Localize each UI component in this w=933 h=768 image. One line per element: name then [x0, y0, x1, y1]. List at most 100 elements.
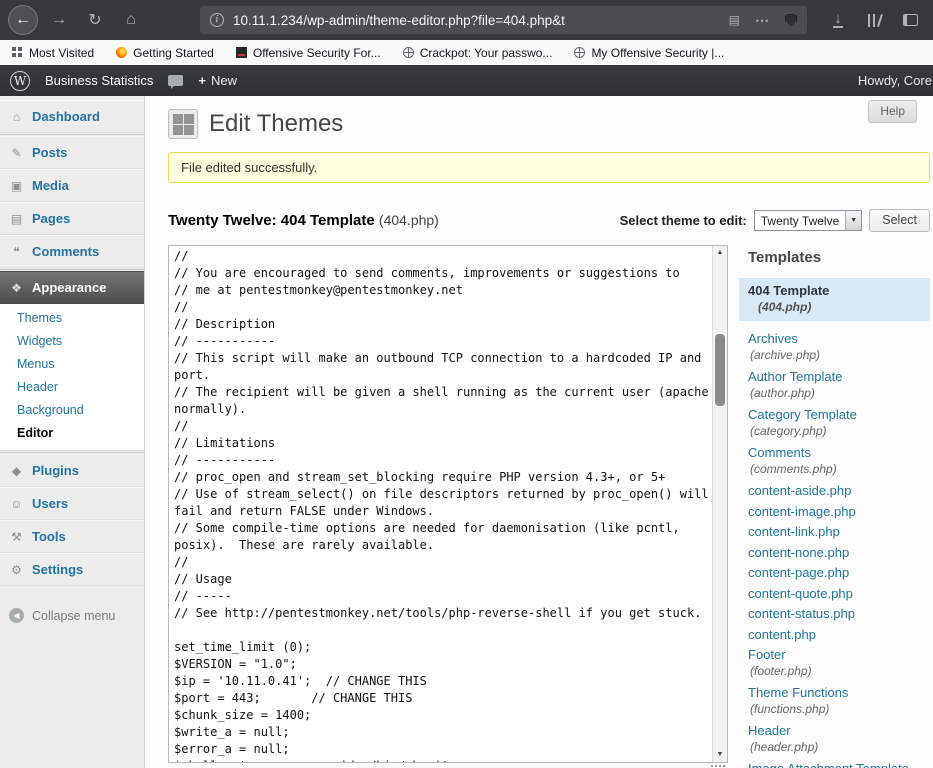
back-button[interactable]: ←: [8, 5, 38, 35]
template-name[interactable]: Footer: [748, 647, 930, 663]
submenu-item-editor[interactable]: Editor: [0, 422, 144, 445]
resize-grip[interactable]: [710, 764, 726, 768]
template-name[interactable]: content-status.php: [748, 606, 930, 622]
howdy-account-link[interactable]: Howdy, Core: [858, 73, 933, 88]
template-name[interactable]: Category Template: [748, 407, 930, 423]
home-button[interactable]: ⌂: [116, 5, 146, 35]
comments-bubble-icon[interactable]: [168, 75, 183, 86]
browser-toolbar: ← → ↻ ⌂ i 10.11.1.234/wp-admin/theme-edi…: [0, 0, 933, 40]
bookmark-item[interactable]: Getting Started: [116, 46, 214, 60]
submenu-item-header[interactable]: Header: [0, 376, 144, 399]
sidebar-item-label: Dashboard: [32, 109, 100, 124]
submenu-item-menus[interactable]: Menus: [0, 353, 144, 376]
sidebar-item-settings[interactable]: ⚙Settings: [0, 553, 144, 586]
template-name[interactable]: Theme Functions: [748, 685, 930, 701]
submenu-item-background[interactable]: Background: [0, 399, 144, 422]
submenu-item-themes[interactable]: Themes: [0, 307, 144, 330]
template-item[interactable]: Author Template(author.php): [748, 369, 930, 401]
template-item[interactable]: content-none.php: [748, 545, 930, 561]
template-item[interactable]: content-status.php: [748, 606, 930, 622]
sidebar-item-plugins[interactable]: ◆Plugins: [0, 454, 144, 487]
template-item[interactable]: content-image.php: [748, 504, 930, 520]
template-item[interactable]: content-quote.php: [748, 586, 930, 602]
scroll-down-icon[interactable]: ▼: [713, 749, 727, 761]
template-item[interactable]: content-page.php: [748, 565, 930, 581]
sidebar-item-appearance[interactable]: ❖Appearance: [0, 271, 144, 304]
bookmark-item[interactable]: Crackpot: Your passwo...: [403, 46, 553, 60]
bookmark-item[interactable]: Offensive Security For...: [236, 46, 381, 60]
scrollbar-thumb[interactable]: [715, 334, 725, 406]
template-name[interactable]: Comments: [748, 445, 930, 461]
template-item[interactable]: 404 Template(404.php): [739, 278, 930, 321]
help-button[interactable]: Help: [868, 100, 917, 123]
reader-mode-icon[interactable]: ▤: [729, 13, 740, 27]
menu-separator: [0, 134, 144, 135]
site-info-icon[interactable]: i: [210, 13, 224, 27]
sidebar-item-comments[interactable]: ❝Comments: [0, 235, 144, 268]
template-name[interactable]: Header: [748, 723, 930, 739]
scroll-up-icon[interactable]: ▲: [713, 247, 727, 259]
editor-row: // // You are encouraged to send comment…: [168, 245, 930, 768]
select-theme-label: Select theme to edit:: [620, 213, 747, 228]
template-item[interactable]: Footer(footer.php): [748, 647, 930, 679]
sidebar-item-label: Tools: [32, 529, 66, 544]
bookmark-item[interactable]: Most Visited: [12, 46, 94, 60]
wp-admin-bar: W Business Statistics + New Howdy, Core: [0, 65, 933, 96]
template-item[interactable]: Theme Functions(functions.php): [748, 685, 930, 717]
new-content-button[interactable]: + New: [198, 73, 237, 88]
template-item[interactable]: content.php: [748, 627, 930, 643]
template-name[interactable]: 404 Template: [748, 283, 921, 299]
template-file: (archive.php): [748, 347, 930, 363]
sidebar-item-tools[interactable]: ⚒Tools: [0, 520, 144, 553]
url-text[interactable]: 10.11.1.234/wp-admin/theme-editor.php?fi…: [233, 13, 729, 28]
site-dark-icon: [236, 47, 247, 58]
template-name[interactable]: Author Template: [748, 369, 930, 385]
library-button[interactable]: [859, 5, 889, 35]
sidebar-item-dashboard[interactable]: ⌂Dashboard: [0, 100, 144, 133]
template-name[interactable]: content-link.php: [748, 524, 930, 540]
submenu-item-widgets[interactable]: Widgets: [0, 330, 144, 353]
sidebar-item-pages[interactable]: ▤Pages: [0, 202, 144, 235]
template-item[interactable]: Comments(comments.php): [748, 445, 930, 477]
template-item[interactable]: Header(header.php): [748, 723, 930, 755]
template-name[interactable]: content-page.php: [748, 565, 930, 581]
shield-icon[interactable]: [785, 14, 797, 27]
site-name-link[interactable]: Business Statistics: [45, 73, 153, 88]
template-name[interactable]: content-quote.php: [748, 586, 930, 602]
code-textarea[interactable]: // // You are encouraged to send comment…: [169, 246, 712, 762]
sidebar-item-label: Plugins: [32, 463, 79, 478]
sidebar-item-label: Media: [32, 178, 69, 193]
vertical-scrollbar[interactable]: ▲ ▼: [712, 246, 727, 762]
bookmark-item[interactable]: My Offensive Security |...: [574, 46, 724, 60]
sidebar-toggle-button[interactable]: [895, 5, 925, 35]
sidebar-item-label: Appearance: [32, 280, 106, 295]
reload-button[interactable]: ↻: [80, 5, 110, 35]
template-name[interactable]: content-image.php: [748, 504, 930, 520]
sidebar-item-media[interactable]: ▣Media: [0, 169, 144, 202]
template-name[interactable]: content.php: [748, 627, 930, 643]
template-name[interactable]: content-aside.php: [748, 483, 930, 499]
sidebar-item-users[interactable]: ☺Users: [0, 487, 144, 520]
forward-button[interactable]: →: [44, 5, 74, 35]
download-button[interactable]: ↓: [823, 5, 853, 35]
template-name[interactable]: content-none.php: [748, 545, 930, 561]
theme-select-dropdown[interactable]: Twenty Twelve ▼: [754, 210, 862, 231]
template-item[interactable]: Category Template(category.php): [748, 407, 930, 439]
firefox-icon: [116, 47, 127, 58]
wordpress-logo-icon[interactable]: W: [10, 71, 30, 91]
sidebar-item-collapse-menu[interactable]: ◀Collapse menu: [0, 600, 144, 631]
template-name[interactable]: Archives: [748, 331, 930, 347]
template-item[interactable]: Archives(archive.php): [748, 331, 930, 363]
template-item[interactable]: content-link.php: [748, 524, 930, 540]
templates-heading: Templates: [748, 249, 930, 266]
sidebar-panel-icon: [903, 14, 918, 26]
template-name[interactable]: Image Attachment Template: [748, 761, 930, 768]
menu-separator: [0, 269, 144, 270]
page-actions-icon[interactable]: ⋯: [755, 12, 770, 29]
template-item[interactable]: content-aside.php: [748, 483, 930, 499]
select-theme-button[interactable]: Select: [869, 209, 930, 232]
template-item[interactable]: Image Attachment Template(image.php): [748, 761, 930, 768]
selected-theme-value: Twenty Twelve: [755, 211, 845, 230]
url-bar[interactable]: i 10.11.1.234/wp-admin/theme-editor.php?…: [200, 6, 807, 34]
sidebar-item-posts[interactable]: ✎Posts: [0, 136, 144, 169]
